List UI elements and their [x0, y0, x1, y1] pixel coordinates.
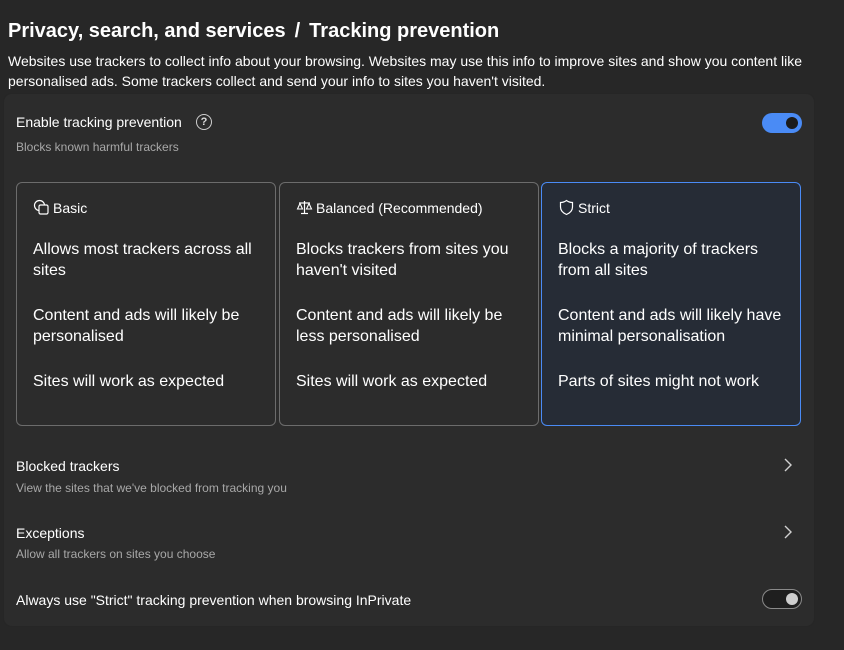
toggle-knob: [786, 593, 798, 605]
scales-icon: [296, 201, 313, 215]
tracking-settings-card: Enable tracking prevention ? Blocks know…: [4, 94, 814, 626]
help-glyph: ?: [200, 116, 208, 128]
level-strict-line-2: Content and ads will likely have minimal…: [558, 307, 782, 345]
tracking-prevention-page: Privacy, search, and services / Tracking…: [0, 0, 844, 650]
level-balanced-line-2: Content and ads will likely be less pers…: [296, 307, 503, 345]
level-strict-line-3: Parts of sites might not work: [558, 373, 759, 390]
page-header: Privacy, search, and services / Tracking…: [8, 18, 838, 91]
toggle-knob: [786, 117, 798, 129]
breadcrumb-parent[interactable]: Privacy, search, and services: [8, 20, 286, 43]
level-strict-label: Strict: [578, 199, 610, 216]
blocked-trackers-title: Blocked trackers: [16, 458, 120, 474]
inprivate-strict-title: Always use "Strict" tracking prevention …: [16, 592, 412, 608]
level-basic-header: Basic: [33, 199, 87, 216]
shield-icon: [559, 199, 574, 216]
chevron-right-icon[interactable]: [782, 524, 794, 540]
enable-tracking-toggle[interactable]: [762, 113, 802, 133]
level-strict-header: Strict: [558, 199, 610, 216]
breadcrumb-separator: /: [294, 19, 301, 42]
exceptions-title: Exceptions: [16, 525, 85, 541]
breadcrumb: Privacy, search, and services / Tracking…: [8, 18, 838, 44]
blocked-trackers-subtitle: View the sites that we've blocked from t…: [16, 481, 287, 495]
inprivate-strict-toggle[interactable]: [762, 589, 802, 609]
level-balanced-line-3: Sites will work as expected: [296, 373, 488, 390]
level-strict-line-1: Blocks a majority of trackers from all s…: [558, 241, 759, 279]
level-basic-card[interactable]: Basic Allows most trackers across all si…: [16, 182, 276, 426]
enable-tracking-subtitle: Blocks known harmful trackers: [16, 140, 179, 154]
level-basic-line-1: Allows most trackers across all sites: [33, 241, 252, 279]
enable-tracking-title: Enable tracking prevention: [16, 114, 182, 130]
basic-shapes-icon: [33, 199, 49, 215]
help-icon[interactable]: ?: [196, 114, 212, 130]
level-basic-line-2: Content and ads will likely be personali…: [33, 307, 240, 345]
level-balanced-header: Balanced (Recommended): [296, 199, 483, 216]
level-basic-label: Basic: [53, 199, 88, 216]
level-balanced-card[interactable]: Balanced (Recommended) Blocks trackers f…: [279, 182, 539, 426]
level-balanced-line-1: Blocks trackers from sites you haven't v…: [296, 241, 509, 279]
chevron-right-icon[interactable]: [782, 457, 794, 473]
level-basic-line-3: Sites will work as expected: [33, 373, 225, 390]
exceptions-subtitle: Allow all trackers on sites you choose: [16, 547, 216, 561]
level-strict-card[interactable]: Strict Blocks a majority of trackers fro…: [541, 182, 801, 426]
level-balanced-label: Balanced (Recommended): [316, 199, 483, 216]
page-title: Tracking prevention: [309, 19, 500, 42]
page-description: Websites use trackers to collect info ab…: [8, 53, 802, 89]
